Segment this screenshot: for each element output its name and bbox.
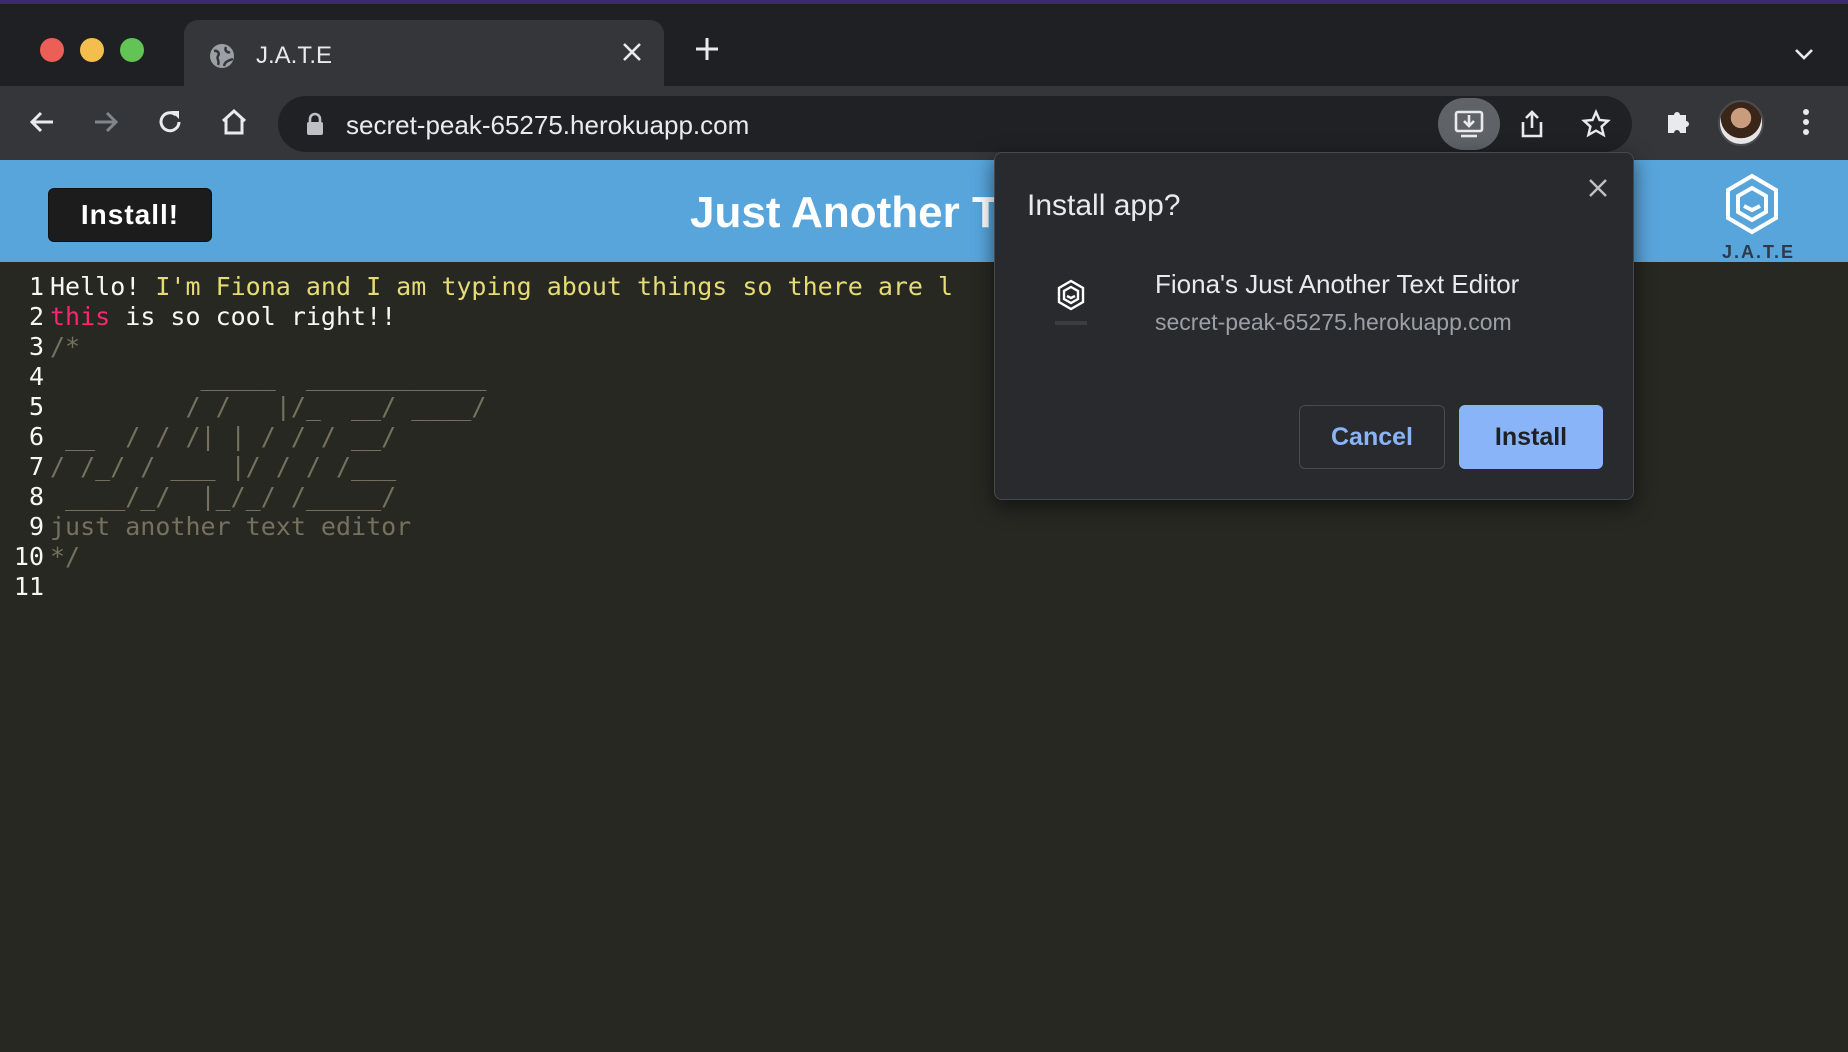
dialog-app-name: Fiona's Just Another Text Editor bbox=[1155, 269, 1520, 299]
reload-button[interactable] bbox=[148, 100, 192, 144]
dialog-app-url: secret-peak-65275.herokuapp.com bbox=[1155, 309, 1512, 335]
url-text[interactable]: secret-peak-65275.herokuapp.com bbox=[346, 110, 749, 141]
forward-arrow-icon bbox=[95, 111, 119, 133]
editor-line[interactable]: 2 this is so cool right!! bbox=[0, 302, 396, 332]
chevron-down-icon[interactable] bbox=[1790, 40, 1818, 68]
profile-avatar[interactable] bbox=[1718, 100, 1764, 146]
more-vert-icon bbox=[1803, 109, 1809, 135]
code-token: _____ ____________ bbox=[50, 362, 487, 391]
install-app-icon bbox=[1454, 110, 1484, 138]
plus-icon bbox=[696, 38, 718, 60]
line-number: 2 bbox=[28, 302, 44, 331]
bottom-edge-artifact bbox=[210, 1044, 710, 1052]
code-token: just another text editor bbox=[50, 512, 412, 541]
line-number: 5 bbox=[28, 392, 44, 421]
editor-line[interactable]: 10 */ bbox=[0, 542, 80, 572]
code-token: this bbox=[50, 302, 111, 331]
jate-logo-icon bbox=[1726, 173, 1778, 235]
new-tab-button[interactable] bbox=[690, 34, 724, 68]
minimize-window-button[interactable] bbox=[80, 38, 104, 62]
star-icon bbox=[1581, 109, 1611, 138]
browser-toolbar: secret-peak-65275.herokuapp.com bbox=[0, 86, 1848, 160]
line-number: 10 bbox=[13, 542, 44, 571]
home-button[interactable] bbox=[212, 100, 256, 144]
editor-line[interactable]: 8 ____/_/ |_/_/ /_____/ bbox=[0, 482, 396, 512]
close-window-button[interactable] bbox=[40, 38, 64, 62]
line-number: 11 bbox=[13, 572, 44, 601]
line-number: 9 bbox=[28, 512, 44, 541]
line-number: 4 bbox=[28, 362, 44, 391]
tab-title: J.A.T.E bbox=[256, 42, 333, 69]
reload-icon bbox=[159, 111, 181, 133]
install-app-dialog: Install app? Fiona's Just Another Text E… bbox=[994, 152, 1634, 500]
editor-line[interactable]: 3/* bbox=[0, 332, 80, 362]
editor-line[interactable]: 7/ /_/ / ___ |/ / / /___ bbox=[0, 452, 396, 482]
install-app-button[interactable] bbox=[1438, 98, 1500, 150]
bookmark-button[interactable] bbox=[1576, 104, 1616, 144]
tab-strip: J.A.T.E bbox=[0, 4, 1848, 90]
code-token: / / |/_ __/ ____/ bbox=[50, 392, 487, 421]
close-icon bbox=[1589, 179, 1607, 197]
line-number: 1 bbox=[28, 272, 44, 301]
code-token: is so cool right!! bbox=[110, 302, 397, 331]
line-number: 3 bbox=[28, 332, 44, 361]
code-token: I'm Fiona and I am typing about things s… bbox=[155, 272, 954, 301]
editor-line[interactable]: 11 bbox=[0, 572, 50, 602]
line-number: 8 bbox=[28, 482, 44, 511]
back-arrow-icon bbox=[29, 111, 53, 133]
extensions-icon bbox=[1668, 112, 1689, 133]
share-button[interactable] bbox=[1512, 104, 1552, 144]
back-button[interactable] bbox=[20, 100, 64, 144]
editor-line[interactable]: 4 _____ ____________ bbox=[0, 362, 487, 392]
dialog-close-button[interactable] bbox=[1583, 173, 1613, 203]
home-icon bbox=[221, 108, 247, 135]
extensions-button[interactable] bbox=[1656, 100, 1700, 144]
app-logo-text: J.A.T.E bbox=[1722, 242, 1796, 262]
code-token: / /_/ / ___ |/ / / /___ bbox=[50, 452, 397, 481]
code-token: __ / / /| | / / / __/ bbox=[50, 422, 397, 451]
code-token: */ bbox=[50, 542, 81, 571]
line-number: 6 bbox=[28, 422, 44, 451]
tab-close-icon[interactable] bbox=[618, 40, 646, 68]
app-icon bbox=[1055, 279, 1087, 325]
editor-line[interactable]: 5 / / |/_ __/ ____/ bbox=[0, 392, 487, 422]
editor-line[interactable]: 1 Hello! I'm Fiona and I am typing about … bbox=[0, 272, 953, 302]
globe-icon bbox=[210, 44, 234, 68]
menu-button[interactable] bbox=[1784, 100, 1828, 144]
lock-icon bbox=[307, 112, 323, 135]
dialog-title: Install app? bbox=[1027, 189, 1181, 222]
forward-button[interactable] bbox=[84, 100, 128, 144]
app-install-button[interactable]: Install! bbox=[48, 188, 212, 242]
address-bar[interactable]: secret-peak-65275.herokuapp.com bbox=[278, 96, 1632, 152]
editor-line[interactable]: 9 just another text editor bbox=[0, 512, 411, 542]
zoom-window-button[interactable] bbox=[120, 38, 144, 62]
install-button[interactable]: Install bbox=[1459, 405, 1603, 469]
cancel-button[interactable]: Cancel bbox=[1299, 405, 1445, 469]
code-token: ____/_/ |_/_/ /_____/ bbox=[50, 482, 397, 511]
share-icon bbox=[1521, 110, 1543, 138]
browser-tab[interactable]: J.A.T.E bbox=[184, 20, 664, 90]
line-number: 7 bbox=[28, 452, 44, 481]
code-token: /* bbox=[50, 332, 81, 361]
editor-line[interactable]: 6 __ / / /| | / / / __/ bbox=[0, 422, 396, 452]
code-token: Hello! bbox=[50, 272, 156, 301]
